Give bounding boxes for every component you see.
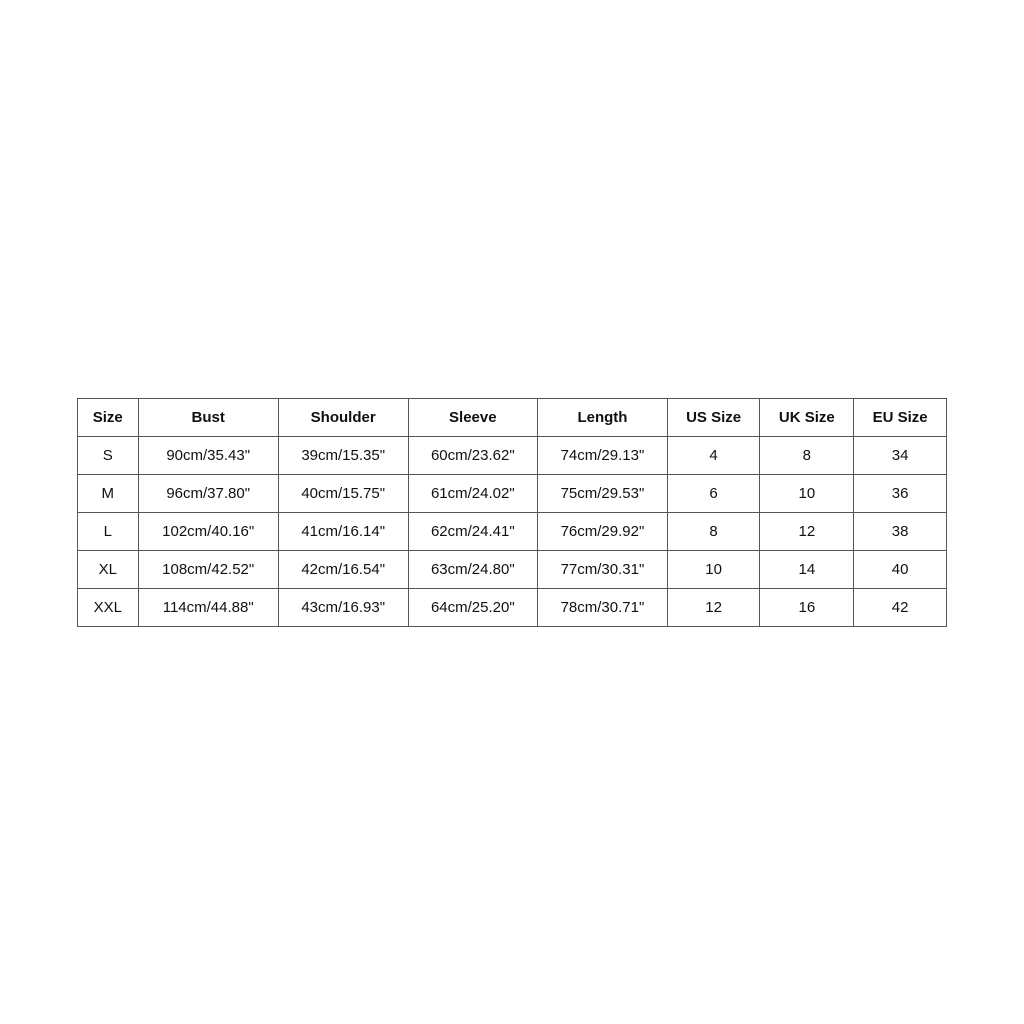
- cell-length: 75cm/29.53": [538, 474, 668, 512]
- cell-size: XL: [78, 550, 139, 588]
- cell-eu-size: 34: [854, 436, 947, 474]
- cell-bust: 114cm/44.88": [138, 588, 278, 626]
- size-chart-container: Size Bust Shoulder Sleeve Length US Size…: [77, 398, 947, 627]
- table-row: XXL114cm/44.88"43cm/16.93"64cm/25.20"78c…: [78, 588, 947, 626]
- col-header-eu-size: EU Size: [854, 398, 947, 436]
- cell-shoulder: 43cm/16.93": [278, 588, 408, 626]
- cell-eu-size: 42: [854, 588, 947, 626]
- cell-shoulder: 40cm/15.75": [278, 474, 408, 512]
- col-header-bust: Bust: [138, 398, 278, 436]
- cell-uk-size: 16: [760, 588, 854, 626]
- cell-shoulder: 41cm/16.14": [278, 512, 408, 550]
- cell-length: 76cm/29.92": [538, 512, 668, 550]
- cell-us-size: 4: [667, 436, 760, 474]
- cell-bust: 108cm/42.52": [138, 550, 278, 588]
- cell-us-size: 10: [667, 550, 760, 588]
- col-header-sleeve: Sleeve: [408, 398, 538, 436]
- cell-size: M: [78, 474, 139, 512]
- cell-sleeve: 62cm/24.41": [408, 512, 538, 550]
- table-row: L102cm/40.16"41cm/16.14"62cm/24.41"76cm/…: [78, 512, 947, 550]
- table-row: M96cm/37.80"40cm/15.75"61cm/24.02"75cm/2…: [78, 474, 947, 512]
- cell-uk-size: 14: [760, 550, 854, 588]
- cell-bust: 90cm/35.43": [138, 436, 278, 474]
- cell-us-size: 6: [667, 474, 760, 512]
- cell-length: 74cm/29.13": [538, 436, 668, 474]
- cell-sleeve: 63cm/24.80": [408, 550, 538, 588]
- cell-bust: 102cm/40.16": [138, 512, 278, 550]
- cell-size: XXL: [78, 588, 139, 626]
- cell-size: S: [78, 436, 139, 474]
- cell-sleeve: 60cm/23.62": [408, 436, 538, 474]
- cell-size: L: [78, 512, 139, 550]
- cell-sleeve: 61cm/24.02": [408, 474, 538, 512]
- cell-length: 77cm/30.31": [538, 550, 668, 588]
- cell-shoulder: 39cm/15.35": [278, 436, 408, 474]
- cell-sleeve: 64cm/25.20": [408, 588, 538, 626]
- cell-us-size: 12: [667, 588, 760, 626]
- cell-uk-size: 8: [760, 436, 854, 474]
- cell-us-size: 8: [667, 512, 760, 550]
- cell-length: 78cm/30.71": [538, 588, 668, 626]
- cell-eu-size: 36: [854, 474, 947, 512]
- cell-bust: 96cm/37.80": [138, 474, 278, 512]
- table-row: S90cm/35.43"39cm/15.35"60cm/23.62"74cm/2…: [78, 436, 947, 474]
- size-chart-table: Size Bust Shoulder Sleeve Length US Size…: [77, 398, 947, 627]
- cell-shoulder: 42cm/16.54": [278, 550, 408, 588]
- cell-uk-size: 12: [760, 512, 854, 550]
- cell-eu-size: 38: [854, 512, 947, 550]
- cell-uk-size: 10: [760, 474, 854, 512]
- col-header-shoulder: Shoulder: [278, 398, 408, 436]
- col-header-size: Size: [78, 398, 139, 436]
- table-row: XL108cm/42.52"42cm/16.54"63cm/24.80"77cm…: [78, 550, 947, 588]
- col-header-uk-size: UK Size: [760, 398, 854, 436]
- table-header-row: Size Bust Shoulder Sleeve Length US Size…: [78, 398, 947, 436]
- col-header-length: Length: [538, 398, 668, 436]
- col-header-us-size: US Size: [667, 398, 760, 436]
- cell-eu-size: 40: [854, 550, 947, 588]
